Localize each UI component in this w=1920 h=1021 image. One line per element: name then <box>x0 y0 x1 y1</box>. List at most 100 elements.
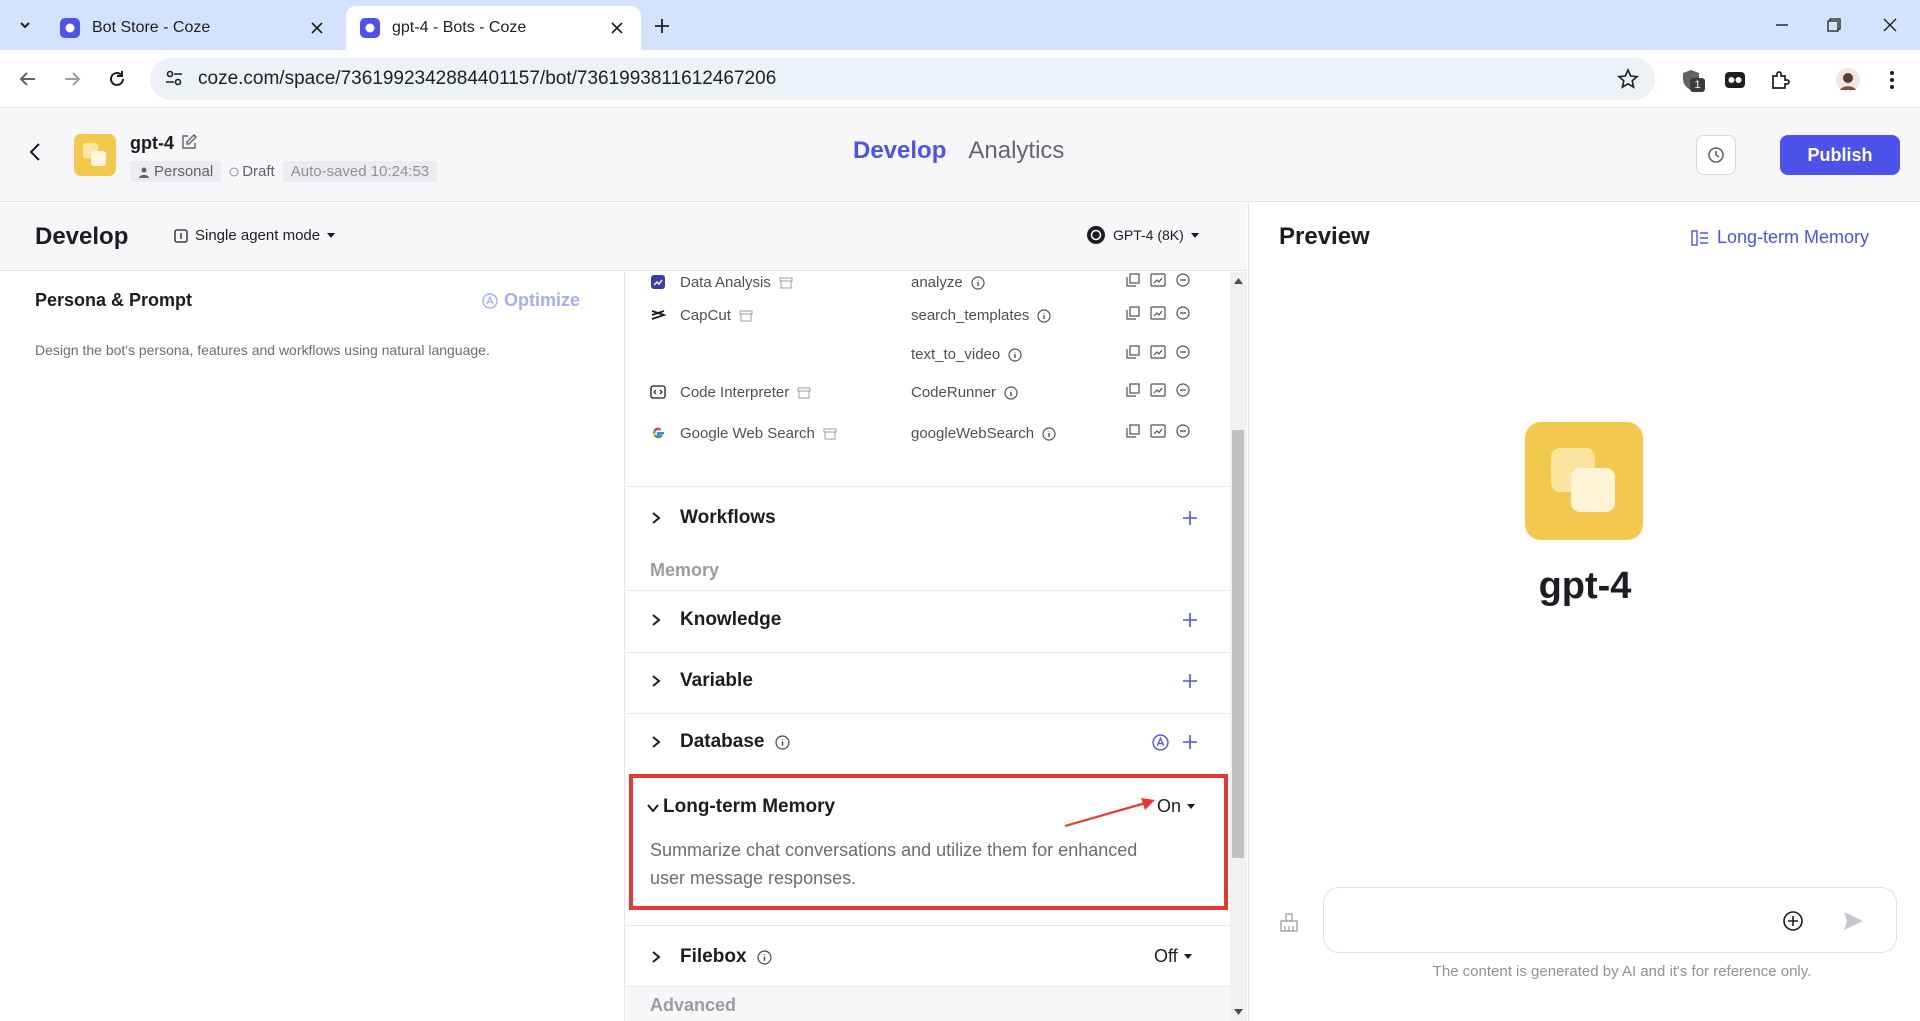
clear-chat-icon[interactable] <box>1279 913 1299 933</box>
skills-scrollbar[interactable] <box>1230 272 1247 1021</box>
settings-card-icon[interactable] <box>1150 345 1166 359</box>
chevron-right-icon[interactable] <box>650 950 662 964</box>
chevron-right-icon[interactable] <box>650 511 662 525</box>
tab-analytics[interactable]: Analytics <box>968 137 1064 165</box>
copy-icon[interactable] <box>1126 424 1140 438</box>
url-text: coze.com/space/7361992342884401157/bot/7… <box>198 68 777 89</box>
scrollbar-thumb[interactable] <box>1232 430 1244 858</box>
profile-avatar[interactable] <box>1833 65 1863 95</box>
optimize-button[interactable]: Optimize <box>482 290 580 311</box>
bot-avatar[interactable] <box>74 134 116 176</box>
tool-name: text_to_video <box>911 346 1001 363</box>
long-term-memory-link-label: Long-term Memory <box>1717 227 1870 247</box>
add-attachment-icon[interactable] <box>1782 910 1804 932</box>
add-variable-icon[interactable] <box>1182 673 1198 689</box>
long-term-memory-toggle[interactable]: On <box>1157 796 1196 817</box>
scroll-down-icon[interactable] <box>1234 1009 1243 1015</box>
add-workflow-icon[interactable] <box>1182 510 1198 526</box>
publish-button[interactable]: Publish <box>1780 135 1900 175</box>
info-icon[interactable] <box>971 275 985 290</box>
copy-icon[interactable] <box>1126 345 1140 359</box>
remove-icon[interactable] <box>1176 383 1190 397</box>
settings-card-icon[interactable] <box>1150 306 1166 320</box>
tab-search-button[interactable] <box>10 11 40 39</box>
bot-meta: Personal Draft Auto-saved 10:24:53 <box>130 161 438 182</box>
info-icon[interactable] <box>774 734 790 750</box>
address-bar[interactable]: coze.com/space/7361992342884401157/bot/7… <box>150 58 1655 100</box>
chevron-right-icon[interactable] <box>650 735 662 749</box>
model-label: GPT-4 (8K) <box>1113 227 1184 243</box>
filebox-toggle[interactable]: Off <box>1154 946 1192 967</box>
memory-list-icon <box>1691 229 1708 246</box>
back-arrow-icon[interactable] <box>12 63 44 95</box>
bookmark-star-icon[interactable] <box>1617 68 1639 90</box>
chevron-right-icon[interactable] <box>650 613 662 627</box>
bookmark-extension-icon[interactable] <box>1720 65 1750 95</box>
info-icon[interactable] <box>1042 426 1056 441</box>
remove-icon[interactable] <box>1176 424 1190 438</box>
info-icon[interactable] <box>756 949 772 965</box>
chevron-down-icon <box>1190 232 1199 238</box>
remove-icon[interactable] <box>1176 273 1190 287</box>
agent-mode-selector[interactable]: Single agent mode <box>174 227 336 244</box>
model-selector[interactable]: GPT-4 (8K) <box>1086 225 1199 245</box>
scroll-up-icon[interactable] <box>1234 278 1243 284</box>
back-chevron-icon[interactable] <box>28 141 42 163</box>
restore-icon[interactable] <box>1806 0 1862 50</box>
plugin-name: Data Analysis <box>680 274 771 291</box>
info-icon[interactable] <box>1008 347 1022 362</box>
edit-icon[interactable] <box>181 134 197 150</box>
plugin-row: CapCut search_templates <box>626 299 1230 335</box>
browser-tab-bot-store[interactable]: Bot Store - Coze <box>46 6 341 50</box>
workflows-section[interactable]: Workflows <box>626 486 1230 560</box>
app-header: gpt-4 Personal Draft Auto-saved 10:24:53… <box>0 109 1920 202</box>
send-icon[interactable] <box>1842 910 1864 932</box>
info-icon[interactable] <box>1004 385 1018 400</box>
plugin-row: Data Analysis analyze <box>626 272 1230 302</box>
remove-icon[interactable] <box>1176 306 1190 320</box>
tab-develop[interactable]: Develop <box>853 137 946 165</box>
copy-icon[interactable] <box>1126 383 1140 397</box>
close-window-icon[interactable] <box>1862 0 1918 50</box>
copy-icon[interactable] <box>1126 273 1140 287</box>
add-database-icon[interactable] <box>1182 734 1198 750</box>
history-button[interactable] <box>1696 135 1736 175</box>
shield-extension-icon[interactable]: 1 <box>1676 65 1706 95</box>
auto-generate-icon[interactable] <box>1152 734 1169 751</box>
add-knowledge-icon[interactable] <box>1182 612 1198 628</box>
forward-arrow-icon[interactable] <box>56 63 88 95</box>
settings-card-icon[interactable] <box>1150 273 1166 287</box>
long-term-memory-state: On <box>1157 796 1182 816</box>
puzzle-extensions-icon[interactable] <box>1765 65 1795 95</box>
ai-disclaimer: The content is generated by AI and it's … <box>1432 963 1812 980</box>
persona-title: Persona & Prompt <box>35 290 193 310</box>
copy-icon[interactable] <box>1126 306 1140 320</box>
database-label: Database <box>680 731 790 753</box>
autosave-label: Auto-saved 10:24:53 <box>282 161 438 182</box>
persona-prompt-input[interactable]: Design the bot's persona, features and w… <box>35 342 490 358</box>
variable-section[interactable]: Variable <box>626 652 1230 713</box>
knowledge-section[interactable]: Knowledge <box>626 590 1230 652</box>
settings-card-icon[interactable] <box>1150 424 1166 438</box>
plugin-row: text_to_video <box>626 338 1230 374</box>
close-tab-icon[interactable] <box>607 18 627 38</box>
tool-name: googleWebSearch <box>911 425 1035 442</box>
close-tab-icon[interactable] <box>307 18 327 38</box>
minimize-icon[interactable] <box>1754 0 1810 50</box>
google-icon <box>650 425 666 441</box>
long-term-memory-label: Long-term Memory <box>663 796 836 817</box>
database-section[interactable]: Database <box>626 713 1230 774</box>
chevron-right-icon[interactable] <box>650 674 662 688</box>
browser-menu-icon[interactable] <box>1877 65 1907 95</box>
site-info-icon[interactable] <box>164 68 184 88</box>
settings-card-icon[interactable] <box>1150 383 1166 397</box>
filebox-section[interactable]: Filebox Off <box>626 925 1230 987</box>
remove-icon[interactable] <box>1176 345 1190 359</box>
reload-icon[interactable] <box>101 63 133 95</box>
long-term-memory-link[interactable]: Long-term Memory <box>1691 227 1869 248</box>
new-tab-icon[interactable] <box>648 12 676 40</box>
chat-input[interactable] <box>1323 887 1897 953</box>
browser-tab-gpt4[interactable]: gpt-4 - Bots - Coze <box>346 6 641 50</box>
chevron-down-icon[interactable] <box>646 802 660 814</box>
info-icon[interactable] <box>1037 308 1052 323</box>
